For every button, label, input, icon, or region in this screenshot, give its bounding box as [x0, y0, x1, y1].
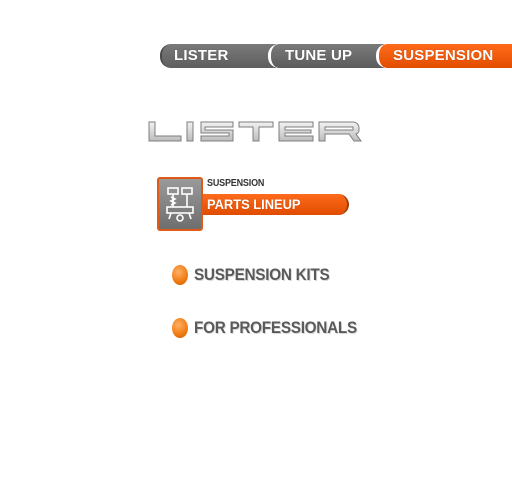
- tab-suspension[interactable]: SUSPENSION: [376, 44, 512, 68]
- bullet-icon: [172, 318, 188, 338]
- for-professionals-label: FOR PROFESSIONALS: [194, 318, 357, 337]
- section-header: SUSPENSION PARTS LINEUP: [157, 177, 357, 233]
- section-title: PARTS LINEUP: [207, 196, 301, 212]
- lister-logo: [147, 119, 369, 143]
- bullet-icon: [172, 265, 188, 285]
- tab-tune-up[interactable]: TUNE UP: [268, 44, 384, 68]
- tab-lister[interactable]: LISTER: [160, 44, 276, 68]
- section-category-label: SUSPENSION: [207, 178, 265, 189]
- lister-logo-graphic: [148, 121, 362, 142]
- suspension-kits-link[interactable]: SUSPENSION KITS: [172, 264, 344, 286]
- top-nav-tabs: LISTER TUNE UP SUSPENSION: [160, 44, 512, 68]
- suspension-kits-label: SUSPENSION KITS: [194, 265, 330, 284]
- suspension-part-icon: [157, 177, 203, 231]
- for-professionals-link[interactable]: FOR PROFESSIONALS: [172, 317, 375, 339]
